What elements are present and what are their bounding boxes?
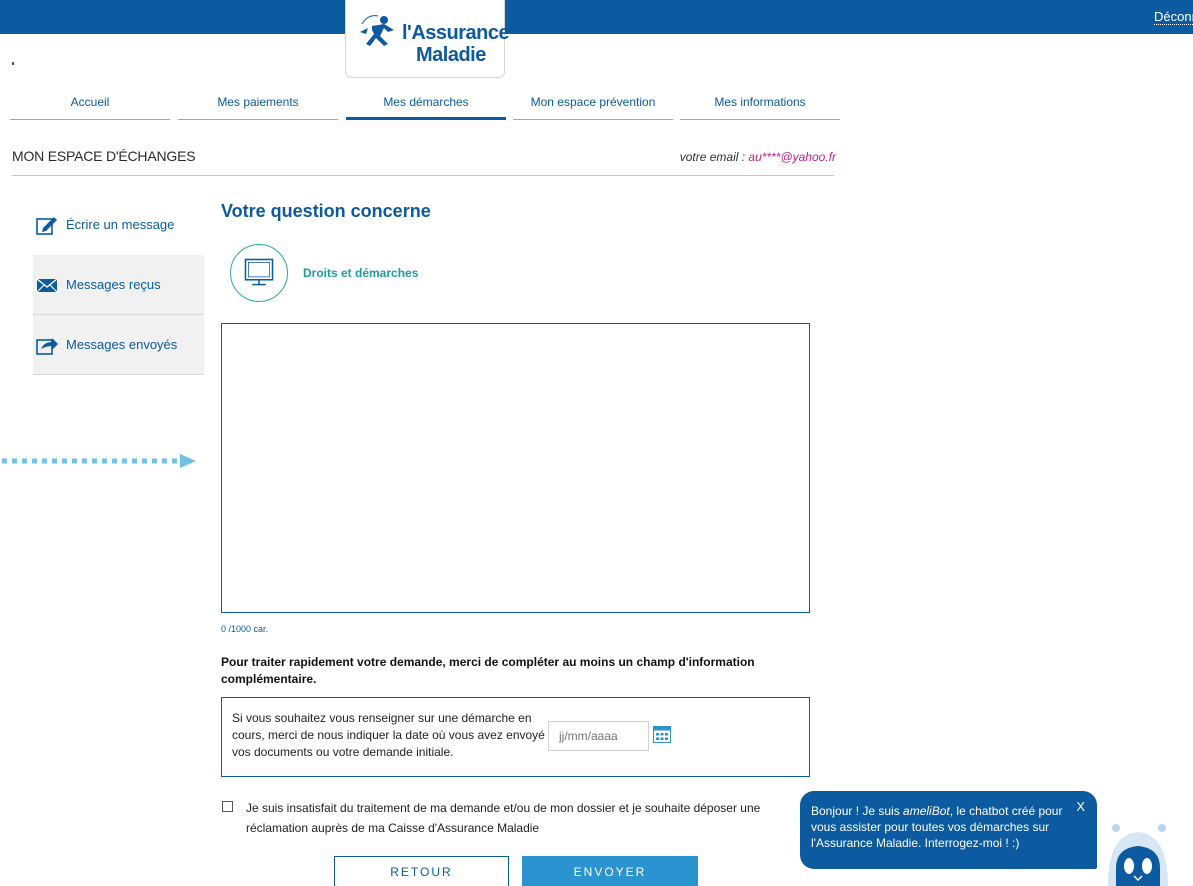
nav-tab-label: Mes informations <box>714 95 806 109</box>
logout-link[interactable]: Déconnexion <box>1154 10 1193 25</box>
date-input[interactable] <box>548 721 649 751</box>
email-label: votre email : <box>679 150 749 164</box>
nav-tab-label: Mes paiements <box>217 95 299 109</box>
nav-tab-label: Mon espace prévention <box>530 95 656 109</box>
sidebar: Écrire un message Messages reçus Message… <box>33 195 204 375</box>
calendar-icon[interactable] <box>653 725 671 743</box>
complaint-checkbox[interactable] <box>222 801 233 812</box>
nav-tab-informations[interactable]: Mes informations <box>680 94 840 120</box>
chatbot-message: Bonjour ! Je suis ameliBot, le chatbot c… <box>811 803 1071 851</box>
info-instruction: Pour traiter rapidement votre demande, m… <box>221 655 755 686</box>
character-counter: 0 /1000 car. <box>221 624 269 634</box>
sidebar-item-label: Messages envoyés <box>66 337 178 352</box>
chatbot-text-start: Bonjour ! Je suis <box>811 804 904 818</box>
question-title: Votre question concerne <box>221 201 431 221</box>
decorative-dot <box>12 62 14 65</box>
chatbot-bubble[interactable]: Bonjour ! Je suis ameliBot, le chatbot c… <box>800 791 1097 869</box>
email-value: au****@yahoo.fr <box>748 150 836 164</box>
dotted-arrow-icon <box>2 454 196 468</box>
date-description: Si vous souhaitez vous renseigner sur un… <box>232 711 545 759</box>
assurance-maladie-logo[interactable]: l'Assurance Maladie <box>345 0 510 78</box>
chatbot-avatar-icon[interactable] <box>1104 808 1172 886</box>
topic-badge <box>230 244 288 302</box>
nav-tab-accueil[interactable]: Accueil <box>10 94 170 120</box>
header-divider <box>12 175 834 176</box>
topic-label: Droits et démarches <box>303 266 419 280</box>
sidebar-item-received[interactable]: Messages reçus <box>33 255 204 315</box>
top-bar: Déconnexion <box>0 0 1193 34</box>
logo-text-line1: l'Assurance <box>402 22 510 44</box>
pencil-icon <box>36 217 57 235</box>
chatbot-name: ameliBot <box>903 804 950 818</box>
logo-figure-icon <box>360 15 394 46</box>
main-nav: Accueil Mes paiements Mes démarches Mon … <box>10 94 840 120</box>
send-button[interactable]: ENVOYER <box>522 856 698 886</box>
envelope-icon <box>36 278 58 293</box>
nav-tab-label: Accueil <box>70 95 110 109</box>
user-email: votre email : au****@yahoo.fr <box>680 150 836 164</box>
sidebar-item-write-message[interactable]: Écrire un message <box>33 195 204 255</box>
back-button[interactable]: RETOUR <box>334 856 509 886</box>
sidebar-item-sent[interactable]: Messages envoyés <box>33 315 204 375</box>
nav-tab-prevention[interactable]: Mon espace prévention <box>513 94 673 120</box>
message-textarea[interactable] <box>221 323 810 613</box>
monitor-icon <box>244 258 274 286</box>
sent-icon <box>36 338 58 355</box>
chatbot-close-button[interactable]: X <box>1076 799 1085 814</box>
nav-tab-label: Mes démarches <box>383 95 469 109</box>
nav-tab-paiements[interactable]: Mes paiements <box>178 94 338 120</box>
complaint-label[interactable]: Je suis insatisfait du traitement de ma … <box>246 798 786 838</box>
sidebar-item-label: Messages reçus <box>66 277 161 292</box>
logo-text-line2: Maladie <box>416 44 486 66</box>
nav-tab-demarches[interactable]: Mes démarches <box>346 94 506 120</box>
sidebar-item-label: Écrire un message <box>66 217 175 232</box>
page-title: MON ESPACE D'ÉCHANGES <box>12 148 196 164</box>
date-info-box: Si vous souhaitez vous renseigner sur un… <box>221 697 810 777</box>
